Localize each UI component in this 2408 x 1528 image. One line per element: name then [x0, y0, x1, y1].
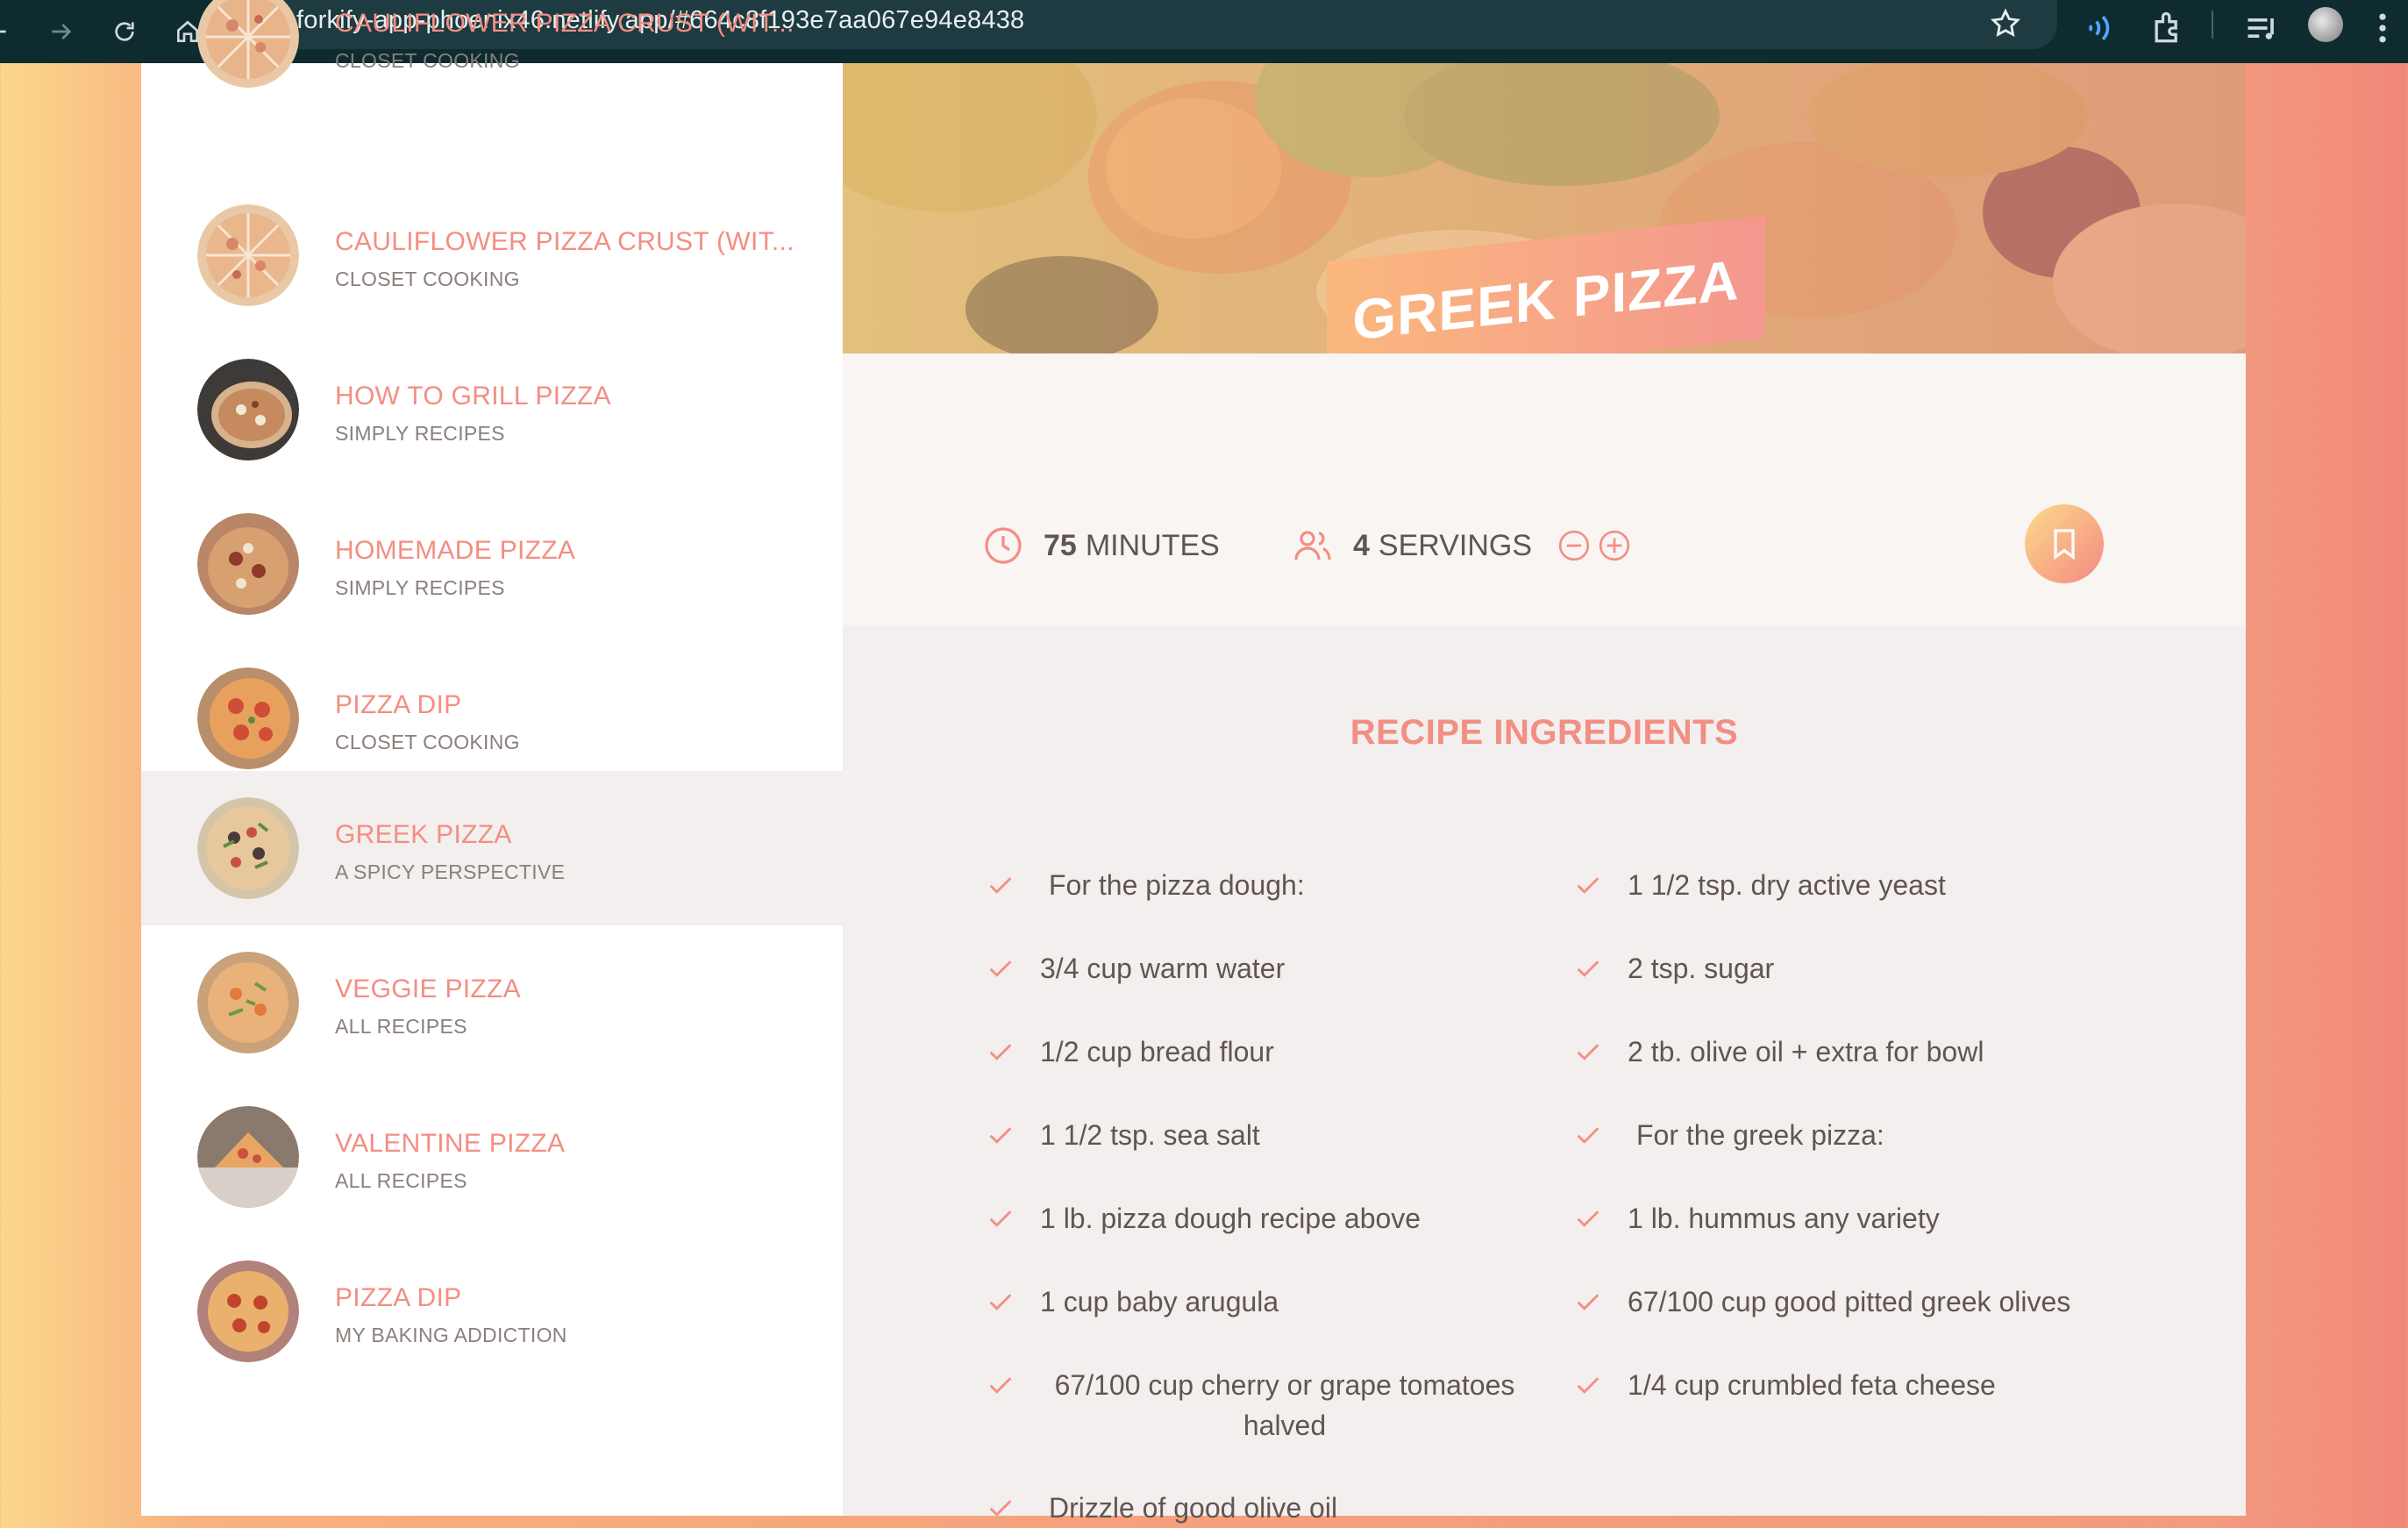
result-publisher: All Recipes [335, 1015, 467, 1038]
ingredient-item: 67/100 cup cherry or grape tomatoes halv… [986, 1365, 1529, 1446]
recipe-thumbnail [197, 952, 299, 1053]
check-icon [989, 877, 1012, 894]
check-icon [1577, 1044, 1599, 1060]
check-icon [989, 1294, 1012, 1310]
ingredient-item: For the greek pizza: [1573, 1115, 2117, 1155]
read-aloud-icon[interactable] [2084, 9, 2122, 47]
servings: 4 servings [1292, 525, 1632, 567]
check-icon [989, 960, 1012, 977]
bookmark-button[interactable] [2025, 504, 2104, 583]
recipe-details: 75 minutes 4 servings [843, 353, 2246, 625]
recipe-thumbnail [197, 0, 299, 88]
recipe-thumbnail [197, 1106, 299, 1208]
check-icon [1577, 1127, 1599, 1144]
result-publisher: Closet Cooking [335, 731, 520, 753]
result-publisher: Simply Recipes [335, 422, 505, 445]
result-item[interactable]: Cauliflower Pizza Crust (wit... Closet C… [141, 178, 843, 332]
bookmark-star-icon[interactable] [1989, 7, 2022, 40]
result-item[interactable]: Cauliflower Pizza Crust (wit... Closet C… [141, 0, 843, 114]
clock-icon [985, 527, 1022, 564]
recipe-thumbnail [197, 668, 299, 769]
recipe-thumbnail [197, 797, 299, 899]
result-title: How to Grill Pizza [335, 382, 611, 411]
recipe-thumbnail [197, 1260, 299, 1362]
extensions-icon[interactable] [2148, 9, 2187, 47]
bookmark-icon [2054, 529, 2075, 561]
result-item[interactable]: Pizza Dip My Baking Addiction [141, 1234, 843, 1389]
profile-avatar[interactable] [2308, 7, 2343, 42]
result-publisher: Closet Cooking [335, 268, 520, 290]
check-icon [1577, 1377, 1599, 1394]
result-publisher: A Spicy Perspective [335, 860, 566, 883]
result-title: Pizza Dip [335, 690, 462, 719]
ingredient-item: 2 tb. olive oil + extra for bowl [1573, 1032, 2117, 1072]
result-publisher: All Recipes [335, 1169, 467, 1192]
users-icon [1294, 531, 1331, 561]
ingredient-item: 3/4 cup warm water [986, 948, 1529, 989]
result-publisher: My Baking Addiction [335, 1324, 567, 1346]
result-item[interactable]: Homemade Pizza Simply Recipes [141, 487, 843, 641]
forward-arrow-icon[interactable] [39, 9, 84, 54]
ingredient-item: 1 cup baby arugula [986, 1282, 1529, 1322]
ingredient-item: For the pizza dough: [986, 865, 1529, 905]
recipe-view: Greek Pizza 75 minutes 4 servings Recipe… [843, 63, 2246, 1524]
ingredient-item: 1/2 cup bread flour [986, 1032, 1529, 1072]
back-arrow-icon[interactable] [0, 9, 19, 54]
result-title: Greek Pizza [335, 820, 512, 849]
ingredient-item: 67/100 cup good pitted greek olives [1573, 1282, 2187, 1322]
ingredient-item: 1 lb. pizza dough recipe above [986, 1198, 1529, 1239]
recipe-thumbnail [197, 513, 299, 615]
ingredient-item: 2 tsp. sugar [1573, 948, 2117, 989]
check-icon [1577, 960, 1599, 977]
toolbar-divider [2212, 11, 2213, 39]
ingredient-item: 1/4 cup crumbled feta cheese [1573, 1365, 2117, 1405]
result-item[interactable]: How to Grill Pizza Simply Recipes [141, 332, 843, 487]
servings-value: 4 [1353, 528, 1370, 562]
result-title: Veggie Pizza [335, 975, 521, 1003]
check-icon [989, 1377, 1012, 1394]
check-icon [1577, 1210, 1599, 1227]
check-icon [1577, 877, 1599, 894]
check-icon [1577, 1294, 1599, 1310]
check-icon [989, 1210, 1012, 1227]
result-publisher: Simply Recipes [335, 576, 505, 599]
recipe-ingredients: Recipe ingredients For the pizza dough: … [843, 625, 2246, 1524]
result-title: Homemade Pizza [335, 536, 576, 565]
ingredient-item: 1 1/2 tsp. dry active yeast [1573, 865, 2117, 905]
result-publisher: Closet Cooking [335, 49, 520, 72]
result-item[interactable]: Veggie Pizza All Recipes [141, 925, 843, 1080]
cooking-time: 75 minutes [982, 525, 1220, 567]
result-item-active[interactable]: Greek Pizza A Spicy Perspective [141, 771, 843, 925]
check-icon [989, 1127, 1012, 1144]
result-title: Cauliflower Pizza Crust (wit... [335, 9, 794, 38]
ingredients-heading: Recipe ingredients [1350, 713, 1739, 752]
check-icon [989, 1044, 1012, 1060]
servings-unit: servings [1378, 528, 1533, 562]
recipe-title: Greek Pizza [1352, 247, 1740, 353]
minus-circle-icon[interactable] [1557, 528, 1592, 563]
media-queue-icon[interactable] [2243, 9, 2282, 47]
cooking-time-unit: minutes [1085, 528, 1220, 562]
ingredient-item: Drizzle of good olive oil [986, 1488, 1529, 1528]
result-title: Pizza Dip [335, 1283, 462, 1312]
plus-circle-icon[interactable] [1597, 528, 1632, 563]
check-icon [989, 1500, 1012, 1517]
ingredient-item: 1 1/2 tsp. sea salt [986, 1115, 1529, 1155]
search-results-list: Cauliflower Pizza Crust (wit... Closet C… [141, 0, 843, 1516]
recipe-thumbnail [197, 359, 299, 461]
result-item[interactable]: Valentine Pizza All Recipes [141, 1080, 843, 1234]
cooking-time-value: 75 [1044, 528, 1077, 562]
result-title: Valentine Pizza [335, 1129, 566, 1158]
ingredient-item: 1 lb. hummus any variety [1573, 1198, 2117, 1239]
menu-dots-icon[interactable] [2369, 9, 2396, 47]
recipe-thumbnail [197, 204, 299, 306]
result-title: Cauliflower Pizza Crust (wit... [335, 227, 794, 256]
